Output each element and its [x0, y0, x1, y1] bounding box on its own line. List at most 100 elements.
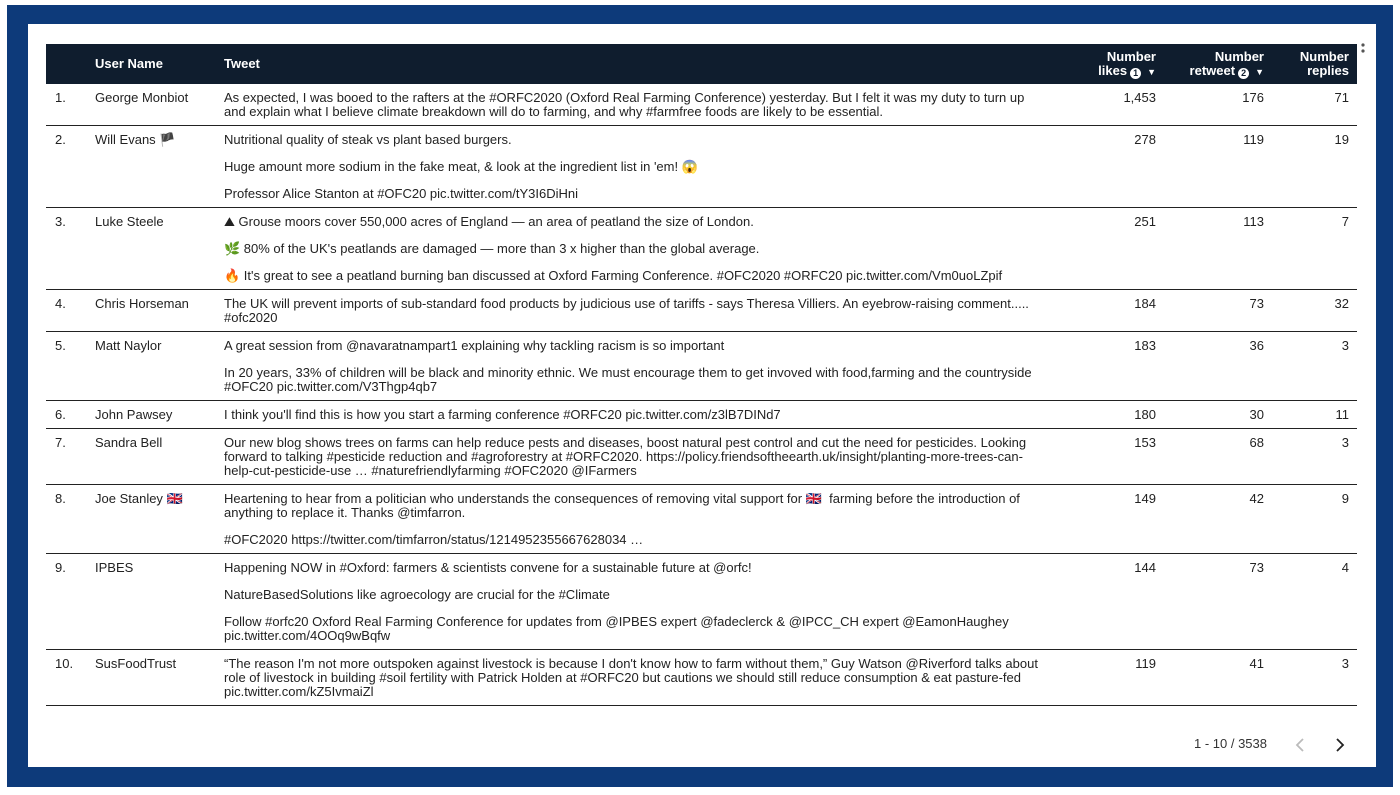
- row-index: 1.: [46, 84, 87, 126]
- tweets-table: User Name Tweet Number likes 1 ▼ Number re…: [46, 44, 1357, 706]
- likes-cell: 251: [1056, 207, 1164, 290]
- user-name-cell: Will Evans 🏴: [87, 125, 216, 208]
- chevron-right-icon[interactable]: [1333, 736, 1347, 754]
- column-header-retweet-label-2: retweet: [1189, 62, 1236, 78]
- tweet-paragraph: In 20 years, 33% of children will be bla…: [224, 365, 1036, 394]
- replies-cell: 71: [1272, 84, 1357, 126]
- user-name-cell: Sandra Bell: [87, 428, 216, 485]
- row-index: 7.: [46, 428, 87, 485]
- column-header-retweet[interactable]: Number retweet 2 ▼: [1164, 44, 1272, 84]
- tweet-paragraph: Nutritional quality of steak vs plant ba…: [224, 132, 512, 147]
- tweet-cell: Our new blog shows trees on farms can he…: [216, 428, 1056, 485]
- likes-cell: 183: [1056, 331, 1164, 401]
- retweet-cell: 36: [1164, 331, 1272, 401]
- likes-cell: 184: [1056, 289, 1164, 332]
- table-row[interactable]: 9. IPBES Happening NOW in #Oxford: farmers…: [46, 553, 1357, 650]
- tweet-paragraph: 🔥 It's great to see a peatland burning b…: [224, 268, 1003, 283]
- chevron-left-icon[interactable]: [1293, 736, 1307, 754]
- pagination-range: 1 - 10 / 3538: [1194, 736, 1267, 751]
- sort-desc-icon[interactable]: ▼: [1255, 67, 1264, 77]
- column-header-likes[interactable]: Number likes 1 ▼: [1056, 44, 1164, 84]
- replies-cell: 3: [1272, 331, 1357, 401]
- row-index: 5.: [46, 331, 87, 401]
- retweet-cell: 68: [1164, 428, 1272, 485]
- likes-cell: 119: [1056, 649, 1164, 706]
- table-row[interactable]: 5. Matt Naylor A great session from @navar…: [46, 331, 1357, 401]
- tweet-cell: Nutritional quality of steak vs plant ba…: [216, 125, 1056, 208]
- tweet-cell: Heartening to hear from a politician who…: [216, 484, 1056, 554]
- sort-desc-icon[interactable]: ▼: [1147, 67, 1156, 77]
- tweet-paragraph: Huge amount more sodium in the fake meat…: [224, 159, 698, 174]
- user-name-cell: Luke Steele: [87, 207, 216, 290]
- column-header-user-name[interactable]: User Name: [87, 44, 216, 84]
- table-row[interactable]: 8. Joe Stanley 🇬🇧 Heartening to hear from …: [46, 484, 1357, 554]
- tweet-cell: As expected, I was booed to the rafters …: [216, 84, 1056, 126]
- replies-cell: 7: [1272, 207, 1357, 290]
- row-index: 2.: [46, 125, 87, 208]
- column-header-likes-label-1: Number: [1106, 48, 1156, 64]
- tweet-paragraph: I think you'll find this is how you star…: [224, 407, 781, 422]
- row-index: 8.: [46, 484, 87, 554]
- tweet-cell: Happening NOW in #Oxford: farmers & scie…: [216, 553, 1056, 650]
- tweet-paragraph: NatureBasedSolutions like agroecology ar…: [224, 587, 610, 602]
- column-header-retweet-label-1: Number: [1214, 48, 1264, 64]
- tweet-paragraph: ⛰ Grouse moors cover 550,000 acres of En…: [224, 214, 754, 229]
- likes-cell: 1,453: [1056, 84, 1164, 126]
- replies-cell: 32: [1272, 289, 1357, 332]
- retweet-cell: 73: [1164, 553, 1272, 650]
- tweet-paragraph: “The reason I'm not more outspoken again…: [224, 656, 1042, 699]
- column-header-replies[interactable]: Number replies: [1272, 44, 1357, 84]
- table-row[interactable]: 7. Sandra Bell Our new blog shows trees on…: [46, 428, 1357, 485]
- user-name-cell: Chris Horseman: [87, 289, 216, 332]
- tweet-paragraph: 🌿 80% of the UK's peatlands are damaged …: [224, 241, 760, 256]
- row-index: 9.: [46, 553, 87, 650]
- tweet-paragraph: The UK will prevent imports of sub-stand…: [224, 296, 1033, 325]
- retweet-cell: 119: [1164, 125, 1272, 208]
- likes-cell: 180: [1056, 400, 1164, 429]
- tweet-paragraph: Heartening to hear from a politician who…: [224, 491, 1024, 520]
- table-row[interactable]: 10. SusFoodTrust “The reason I'm not more …: [46, 649, 1357, 706]
- column-header-replies-label-2: replies: [1307, 63, 1349, 78]
- tweet-paragraph: Follow #orfc20 Oxford Real Farming Confe…: [224, 614, 1013, 643]
- likes-cell: 153: [1056, 428, 1164, 485]
- row-index: 3.: [46, 207, 87, 290]
- tweet-paragraph: A great session from @navaratnampart1 ex…: [224, 338, 725, 353]
- column-header-likes-label-2: likes: [1098, 62, 1128, 78]
- tweet-cell: The UK will prevent imports of sub-stand…: [216, 289, 1056, 332]
- tweet-cell: I think you'll find this is how you star…: [216, 400, 1056, 429]
- table-row[interactable]: 3. Luke Steele ⛰ Grouse moors cover 550,00…: [46, 207, 1357, 290]
- more-vert-icon[interactable]: [1357, 42, 1369, 62]
- table-row[interactable]: 2. Will Evans 🏴 Nutritional quality of ste…: [46, 125, 1357, 208]
- retweet-cell: 73: [1164, 289, 1272, 332]
- table-row[interactable]: 6. John Pawsey I think you'll find this is…: [46, 400, 1357, 429]
- tweet-paragraph: Our new blog shows trees on farms can he…: [224, 435, 1030, 478]
- replies-cell: 11: [1272, 400, 1357, 429]
- retweet-cell: 41: [1164, 649, 1272, 706]
- replies-cell: 3: [1272, 649, 1357, 706]
- table-row[interactable]: 1. George Monbiot As expected, I was booed…: [46, 84, 1357, 126]
- retweet-cell: 176: [1164, 84, 1272, 126]
- replies-cell: 19: [1272, 125, 1357, 208]
- retweet-cell: 113: [1164, 207, 1272, 290]
- replies-cell: 4: [1272, 553, 1357, 650]
- replies-cell: 3: [1272, 428, 1357, 485]
- tweet-paragraph: Happening NOW in #Oxford: farmers & scie…: [224, 560, 752, 575]
- user-name-cell: Matt Naylor: [87, 331, 216, 401]
- table-body: 1. George Monbiot As expected, I was booed…: [46, 84, 1357, 706]
- column-header-index: [46, 44, 87, 84]
- tweet-paragraph: As expected, I was booed to the rafters …: [224, 90, 1028, 119]
- user-name-cell: George Monbiot: [87, 84, 216, 126]
- likes-cell: 278: [1056, 125, 1164, 208]
- table-header-row: User Name Tweet Number likes 1 ▼ Number re…: [46, 44, 1357, 84]
- likes-cell: 149: [1056, 484, 1164, 554]
- sort-order-badge: 2: [1238, 67, 1250, 79]
- user-name-cell: SusFoodTrust: [87, 649, 216, 706]
- row-index: 6.: [46, 400, 87, 429]
- row-index: 10.: [46, 649, 87, 706]
- column-header-tweet[interactable]: Tweet: [216, 44, 1056, 84]
- likes-cell: 144: [1056, 553, 1164, 650]
- table-row[interactable]: 4. Chris Horseman The UK will prevent impo…: [46, 289, 1357, 332]
- row-index: 4.: [46, 289, 87, 332]
- user-name-cell: Joe Stanley 🇬🇧: [87, 484, 216, 554]
- column-header-replies-label-1: Number: [1299, 49, 1349, 64]
